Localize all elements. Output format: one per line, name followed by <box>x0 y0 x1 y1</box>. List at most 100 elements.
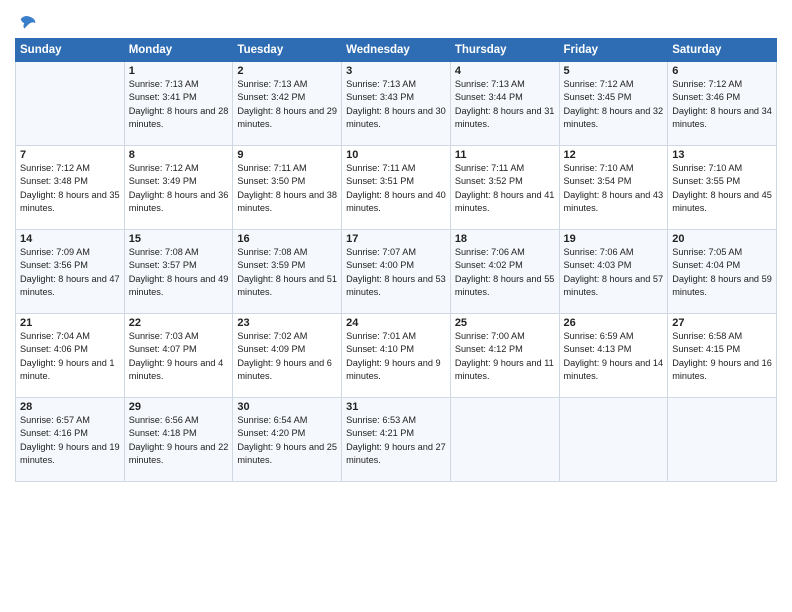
day-number: 20 <box>672 233 772 245</box>
calendar-header-row: SundayMondayTuesdayWednesdayThursdayFrid… <box>16 39 777 62</box>
day-number: 28 <box>20 401 120 413</box>
calendar-cell: 10Sunrise: 7:11 AMSunset: 3:51 PMDayligh… <box>342 146 451 230</box>
day-number: 14 <box>20 233 120 245</box>
cell-info: Sunrise: 7:00 AMSunset: 4:12 PMDaylight:… <box>455 330 555 383</box>
cell-info: Sunrise: 7:10 AMSunset: 3:54 PMDaylight:… <box>564 162 664 215</box>
calendar-cell: 12Sunrise: 7:10 AMSunset: 3:54 PMDayligh… <box>559 146 668 230</box>
day-number: 11 <box>455 149 555 161</box>
calendar-cell: 5Sunrise: 7:12 AMSunset: 3:45 PMDaylight… <box>559 62 668 146</box>
cell-info: Sunrise: 7:02 AMSunset: 4:09 PMDaylight:… <box>237 330 337 383</box>
calendar-cell: 4Sunrise: 7:13 AMSunset: 3:44 PMDaylight… <box>450 62 559 146</box>
cell-info: Sunrise: 6:58 AMSunset: 4:15 PMDaylight:… <box>672 330 772 383</box>
calendar-cell: 6Sunrise: 7:12 AMSunset: 3:46 PMDaylight… <box>668 62 777 146</box>
page: SundayMondayTuesdayWednesdayThursdayFrid… <box>0 0 792 612</box>
day-number: 9 <box>237 149 337 161</box>
calendar-week-row: 7Sunrise: 7:12 AMSunset: 3:48 PMDaylight… <box>16 146 777 230</box>
day-number: 27 <box>672 317 772 329</box>
day-number: 5 <box>564 65 664 77</box>
calendar-table: SundayMondayTuesdayWednesdayThursdayFrid… <box>15 38 777 482</box>
day-number: 3 <box>346 65 446 77</box>
day-number: 31 <box>346 401 446 413</box>
day-number: 13 <box>672 149 772 161</box>
calendar-cell: 25Sunrise: 7:00 AMSunset: 4:12 PMDayligh… <box>450 314 559 398</box>
calendar-cell: 14Sunrise: 7:09 AMSunset: 3:56 PMDayligh… <box>16 230 125 314</box>
calendar-cell: 2Sunrise: 7:13 AMSunset: 3:42 PMDaylight… <box>233 62 342 146</box>
day-number: 23 <box>237 317 337 329</box>
calendar-week-row: 21Sunrise: 7:04 AMSunset: 4:06 PMDayligh… <box>16 314 777 398</box>
logo-bird-icon <box>17 12 39 34</box>
day-number: 19 <box>564 233 664 245</box>
calendar-cell: 21Sunrise: 7:04 AMSunset: 4:06 PMDayligh… <box>16 314 125 398</box>
cell-info: Sunrise: 7:13 AMSunset: 3:42 PMDaylight:… <box>237 78 337 131</box>
cell-info: Sunrise: 7:13 AMSunset: 3:44 PMDaylight:… <box>455 78 555 131</box>
day-number: 1 <box>129 65 229 77</box>
calendar-cell: 22Sunrise: 7:03 AMSunset: 4:07 PMDayligh… <box>124 314 233 398</box>
calendar-cell: 11Sunrise: 7:11 AMSunset: 3:52 PMDayligh… <box>450 146 559 230</box>
cell-info: Sunrise: 7:01 AMSunset: 4:10 PMDaylight:… <box>346 330 446 383</box>
day-number: 18 <box>455 233 555 245</box>
weekday-header: Tuesday <box>233 39 342 62</box>
cell-info: Sunrise: 7:06 AMSunset: 4:02 PMDaylight:… <box>455 246 555 299</box>
calendar-cell <box>668 398 777 482</box>
day-number: 24 <box>346 317 446 329</box>
calendar-cell: 8Sunrise: 7:12 AMSunset: 3:49 PMDaylight… <box>124 146 233 230</box>
day-number: 10 <box>346 149 446 161</box>
calendar-cell <box>559 398 668 482</box>
calendar-cell: 17Sunrise: 7:07 AMSunset: 4:00 PMDayligh… <box>342 230 451 314</box>
day-number: 7 <box>20 149 120 161</box>
day-number: 29 <box>129 401 229 413</box>
day-number: 8 <box>129 149 229 161</box>
cell-info: Sunrise: 7:11 AMSunset: 3:52 PMDaylight:… <box>455 162 555 215</box>
calendar-cell: 15Sunrise: 7:08 AMSunset: 3:57 PMDayligh… <box>124 230 233 314</box>
weekday-header: Friday <box>559 39 668 62</box>
calendar-cell: 26Sunrise: 6:59 AMSunset: 4:13 PMDayligh… <box>559 314 668 398</box>
cell-info: Sunrise: 7:13 AMSunset: 3:43 PMDaylight:… <box>346 78 446 131</box>
calendar-cell: 31Sunrise: 6:53 AMSunset: 4:21 PMDayligh… <box>342 398 451 482</box>
day-number: 2 <box>237 65 337 77</box>
calendar-cell: 9Sunrise: 7:11 AMSunset: 3:50 PMDaylight… <box>233 146 342 230</box>
cell-info: Sunrise: 7:12 AMSunset: 3:48 PMDaylight:… <box>20 162 120 215</box>
cell-info: Sunrise: 7:11 AMSunset: 3:50 PMDaylight:… <box>237 162 337 215</box>
day-number: 30 <box>237 401 337 413</box>
cell-info: Sunrise: 6:56 AMSunset: 4:18 PMDaylight:… <box>129 414 229 467</box>
calendar-cell: 24Sunrise: 7:01 AMSunset: 4:10 PMDayligh… <box>342 314 451 398</box>
calendar-cell: 19Sunrise: 7:06 AMSunset: 4:03 PMDayligh… <box>559 230 668 314</box>
cell-info: Sunrise: 7:07 AMSunset: 4:00 PMDaylight:… <box>346 246 446 299</box>
calendar-week-row: 14Sunrise: 7:09 AMSunset: 3:56 PMDayligh… <box>16 230 777 314</box>
cell-info: Sunrise: 7:06 AMSunset: 4:03 PMDaylight:… <box>564 246 664 299</box>
weekday-header: Sunday <box>16 39 125 62</box>
day-number: 12 <box>564 149 664 161</box>
calendar-cell: 23Sunrise: 7:02 AMSunset: 4:09 PMDayligh… <box>233 314 342 398</box>
calendar-cell: 7Sunrise: 7:12 AMSunset: 3:48 PMDaylight… <box>16 146 125 230</box>
calendar-cell: 28Sunrise: 6:57 AMSunset: 4:16 PMDayligh… <box>16 398 125 482</box>
day-number: 22 <box>129 317 229 329</box>
calendar-week-row: 28Sunrise: 6:57 AMSunset: 4:16 PMDayligh… <box>16 398 777 482</box>
cell-info: Sunrise: 7:04 AMSunset: 4:06 PMDaylight:… <box>20 330 120 383</box>
day-number: 15 <box>129 233 229 245</box>
logo <box>15 14 39 32</box>
calendar-cell: 3Sunrise: 7:13 AMSunset: 3:43 PMDaylight… <box>342 62 451 146</box>
day-number: 16 <box>237 233 337 245</box>
calendar-cell: 18Sunrise: 7:06 AMSunset: 4:02 PMDayligh… <box>450 230 559 314</box>
weekday-header: Saturday <box>668 39 777 62</box>
cell-info: Sunrise: 7:05 AMSunset: 4:04 PMDaylight:… <box>672 246 772 299</box>
calendar-cell: 20Sunrise: 7:05 AMSunset: 4:04 PMDayligh… <box>668 230 777 314</box>
day-number: 4 <box>455 65 555 77</box>
cell-info: Sunrise: 7:10 AMSunset: 3:55 PMDaylight:… <box>672 162 772 215</box>
calendar-cell: 29Sunrise: 6:56 AMSunset: 4:18 PMDayligh… <box>124 398 233 482</box>
cell-info: Sunrise: 7:12 AMSunset: 3:45 PMDaylight:… <box>564 78 664 131</box>
cell-info: Sunrise: 6:53 AMSunset: 4:21 PMDaylight:… <box>346 414 446 467</box>
calendar-cell: 16Sunrise: 7:08 AMSunset: 3:59 PMDayligh… <box>233 230 342 314</box>
cell-info: Sunrise: 6:54 AMSunset: 4:20 PMDaylight:… <box>237 414 337 467</box>
cell-info: Sunrise: 7:13 AMSunset: 3:41 PMDaylight:… <box>129 78 229 131</box>
calendar-cell: 13Sunrise: 7:10 AMSunset: 3:55 PMDayligh… <box>668 146 777 230</box>
calendar-week-row: 1Sunrise: 7:13 AMSunset: 3:41 PMDaylight… <box>16 62 777 146</box>
day-number: 6 <box>672 65 772 77</box>
calendar-cell <box>450 398 559 482</box>
day-number: 25 <box>455 317 555 329</box>
header <box>15 10 777 32</box>
day-number: 17 <box>346 233 446 245</box>
weekday-header: Wednesday <box>342 39 451 62</box>
cell-info: Sunrise: 7:12 AMSunset: 3:49 PMDaylight:… <box>129 162 229 215</box>
day-number: 21 <box>20 317 120 329</box>
